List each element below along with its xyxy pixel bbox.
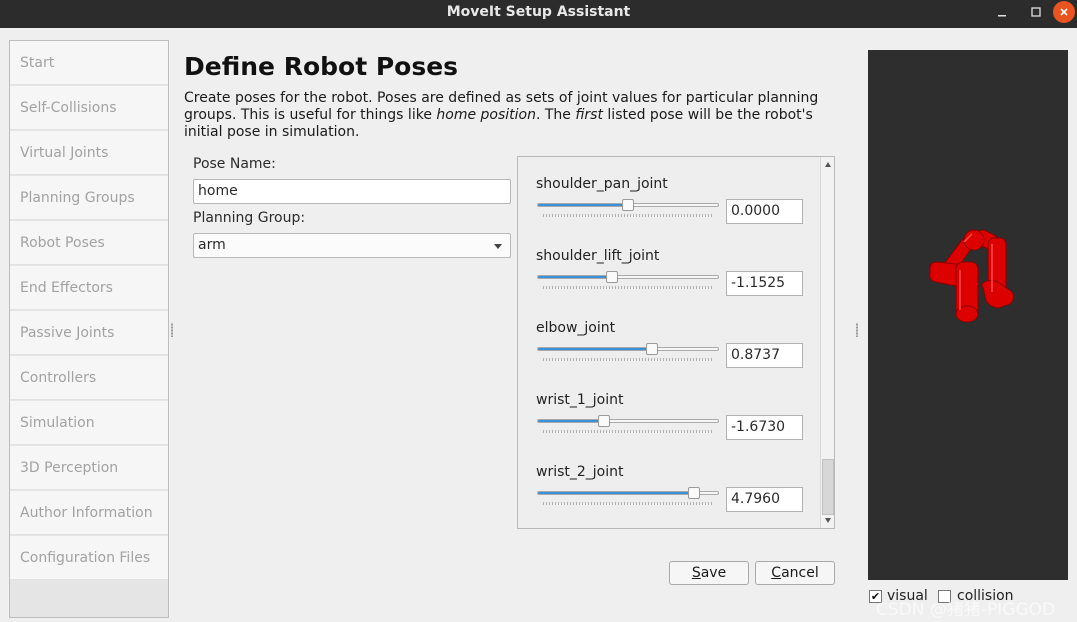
joint-label: elbow_joint xyxy=(536,320,616,336)
cancel-button[interactable]: Cancel xyxy=(755,561,835,585)
slider-ticks xyxy=(543,214,713,217)
sidebar-item-start[interactable]: Start xyxy=(10,41,168,85)
description-emphasis-first: first xyxy=(575,107,603,123)
planning-group-label: Planning Group: xyxy=(193,210,306,226)
chevron-down-icon xyxy=(494,244,502,249)
slider-fill xyxy=(538,276,612,278)
slider-ticks xyxy=(543,502,713,505)
slider-handle[interactable] xyxy=(687,487,700,499)
robot-links xyxy=(929,229,1015,323)
page-title: Define Robot Poses xyxy=(184,52,459,81)
slider-handle[interactable] xyxy=(622,199,634,211)
sidebar-item-end-effectors[interactable]: End Effectors xyxy=(10,266,168,310)
slider-fill xyxy=(538,492,693,494)
scrollbar-thumb[interactable] xyxy=(822,459,834,515)
save-label: ave xyxy=(700,565,727,581)
joint-label: shoulder_lift_joint xyxy=(536,248,660,264)
title-bar: MoveIt Setup Assistant xyxy=(0,0,1077,28)
slider-handle[interactable] xyxy=(605,271,618,283)
joint-slider[interactable] xyxy=(537,275,719,279)
robot-arm-model xyxy=(929,229,1015,323)
window-title: MoveIt Setup Assistant xyxy=(446,4,631,20)
close-button[interactable] xyxy=(1053,1,1075,23)
slider-ticks xyxy=(543,286,713,289)
sidebar-item-self-collisions[interactable]: Self-Collisions xyxy=(10,86,168,130)
scroll-up-arrow-icon[interactable] xyxy=(825,162,831,167)
save-button[interactable]: Save xyxy=(669,561,749,585)
joint-label: wrist_2_joint xyxy=(536,464,624,480)
slider-handle[interactable] xyxy=(645,343,658,355)
splitter-handle-left[interactable] xyxy=(171,323,173,337)
cancel-label: ancel xyxy=(781,565,819,581)
sidebar-item-configuration-files[interactable]: Configuration Files xyxy=(10,536,168,580)
joint-panel-scrollbar[interactable] xyxy=(820,157,834,528)
sidebar-item-author-information[interactable]: Author Information xyxy=(10,491,168,535)
joint-label: wrist_1_joint xyxy=(536,392,624,408)
slider-ticks xyxy=(543,430,713,433)
scroll-down-arrow-icon[interactable] xyxy=(825,518,831,523)
joint-value-input[interactable]: 0.8737 xyxy=(726,343,803,368)
maximize-button[interactable] xyxy=(1024,0,1048,24)
sidebar-item-planning-groups[interactable]: Planning Groups xyxy=(10,176,168,220)
sidebar-item-simulation[interactable]: Simulation xyxy=(10,401,168,445)
slider-ticks xyxy=(543,358,713,361)
close-icon xyxy=(1060,8,1068,16)
sidebar: Start Self-Collisions Virtual Joints Pla… xyxy=(9,40,169,618)
joint-label: shoulder_pan_joint xyxy=(536,176,668,192)
slider-handle[interactable] xyxy=(598,415,611,427)
joint-values-panel: shoulder_pan_joint 0.0000 shoulder_lift_… xyxy=(517,156,835,529)
slider-fill xyxy=(538,420,605,422)
joint-slider[interactable] xyxy=(537,347,719,351)
maximize-icon xyxy=(1031,7,1041,17)
cancel-mnemonic: C xyxy=(771,565,782,581)
description-emphasis-home: home position xyxy=(436,107,536,123)
minimize-icon xyxy=(998,15,1006,17)
slider-fill xyxy=(538,348,652,350)
joint-value-input[interactable]: -1.1525 xyxy=(726,271,803,296)
splitter-handle-right[interactable] xyxy=(856,323,858,337)
pose-name-label: Pose Name: xyxy=(193,156,276,172)
page-description: Create poses for the robot. Poses are de… xyxy=(184,90,844,141)
minimize-button[interactable] xyxy=(990,0,1014,24)
joint-value-input[interactable]: 0.0000 xyxy=(726,199,803,224)
joint-value-input[interactable]: -1.6730 xyxy=(726,415,803,440)
planning-group-value: arm xyxy=(198,237,226,253)
sidebar-item-controllers[interactable]: Controllers xyxy=(10,356,168,400)
sidebar-item-robot-poses[interactable]: Robot Poses xyxy=(10,221,168,265)
watermark: CSDN @猪猪-PIGGOD xyxy=(876,600,1056,620)
pose-name-input[interactable]: home xyxy=(193,179,511,204)
joint-slider[interactable] xyxy=(537,419,719,423)
sidebar-item-virtual-joints[interactable]: Virtual Joints xyxy=(10,131,168,175)
joint-value-input[interactable]: 4.7960 xyxy=(726,487,803,512)
planning-group-select[interactable]: arm xyxy=(193,233,511,258)
sidebar-item-passive-joints[interactable]: Passive Joints xyxy=(10,311,168,355)
sidebar-item-3d-perception[interactable]: 3D Perception xyxy=(10,446,168,490)
slider-fill xyxy=(538,204,628,206)
description-text: . The xyxy=(535,107,576,123)
save-mnemonic: S xyxy=(691,565,701,581)
